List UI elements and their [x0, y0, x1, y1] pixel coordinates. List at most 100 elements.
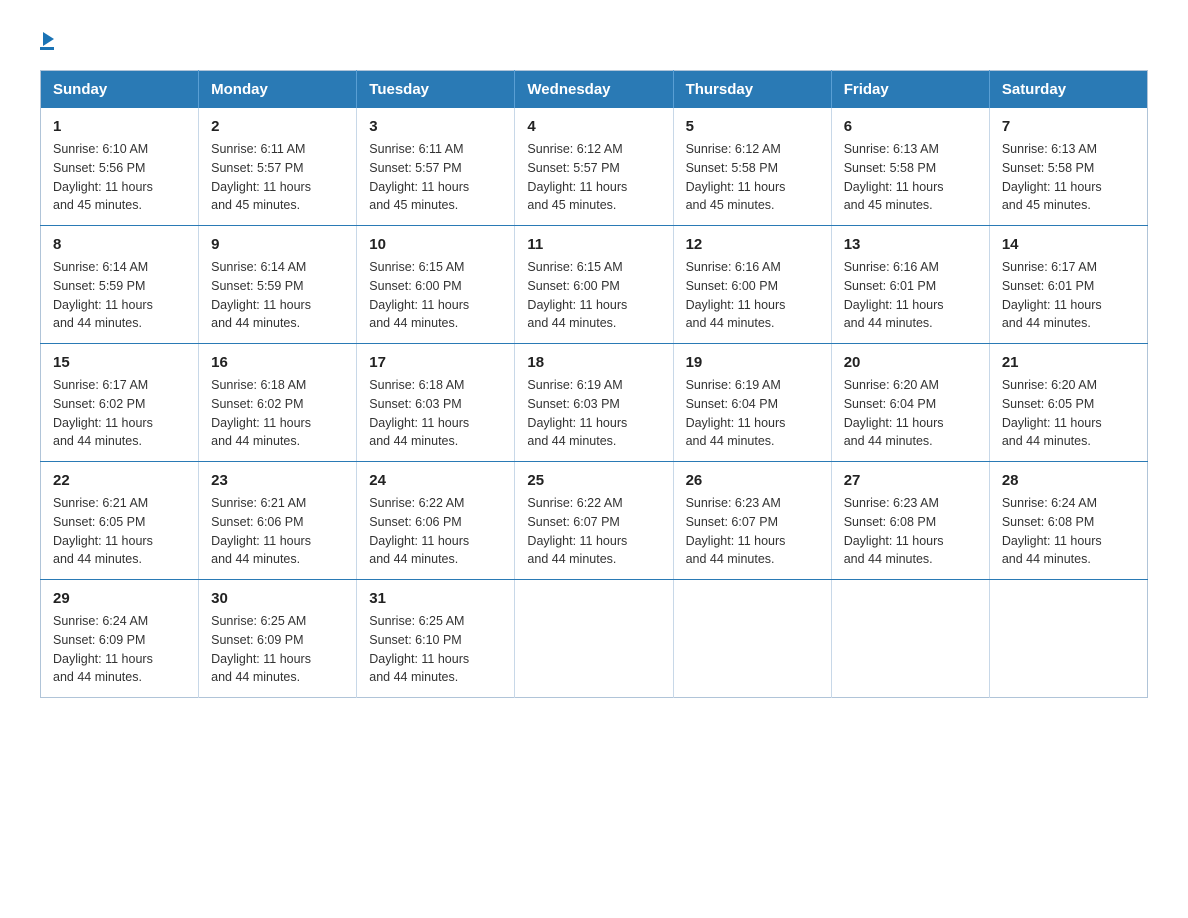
day-number: 31	[369, 590, 502, 607]
day-number: 7	[1002, 118, 1135, 135]
calendar-cell: 28 Sunrise: 6:24 AMSunset: 6:08 PMDaylig…	[989, 462, 1147, 580]
calendar-week-row: 8 Sunrise: 6:14 AMSunset: 5:59 PMDayligh…	[41, 226, 1148, 344]
day-info: Sunrise: 6:22 AMSunset: 6:07 PMDaylight:…	[527, 494, 660, 569]
calendar-header: SundayMondayTuesdayWednesdayThursdayFrid…	[41, 71, 1148, 109]
day-info: Sunrise: 6:17 AMSunset: 6:02 PMDaylight:…	[53, 376, 186, 451]
day-number: 8	[53, 236, 186, 253]
day-number: 27	[844, 472, 977, 489]
page-header	[40, 30, 1148, 50]
day-of-week-header: Thursday	[673, 71, 831, 109]
day-info: Sunrise: 6:25 AMSunset: 6:09 PMDaylight:…	[211, 612, 344, 687]
day-of-week-header: Tuesday	[357, 71, 515, 109]
calendar-cell: 25 Sunrise: 6:22 AMSunset: 6:07 PMDaylig…	[515, 462, 673, 580]
day-number: 26	[686, 472, 819, 489]
calendar-week-row: 15 Sunrise: 6:17 AMSunset: 6:02 PMDaylig…	[41, 344, 1148, 462]
calendar-cell: 21 Sunrise: 6:20 AMSunset: 6:05 PMDaylig…	[989, 344, 1147, 462]
day-info: Sunrise: 6:19 AMSunset: 6:03 PMDaylight:…	[527, 376, 660, 451]
day-info: Sunrise: 6:12 AMSunset: 5:57 PMDaylight:…	[527, 140, 660, 215]
day-of-week-header: Sunday	[41, 71, 199, 109]
day-number: 29	[53, 590, 186, 607]
calendar-cell	[989, 580, 1147, 698]
calendar-cell: 6 Sunrise: 6:13 AMSunset: 5:58 PMDayligh…	[831, 108, 989, 226]
calendar-cell: 30 Sunrise: 6:25 AMSunset: 6:09 PMDaylig…	[199, 580, 357, 698]
calendar-week-row: 29 Sunrise: 6:24 AMSunset: 6:09 PMDaylig…	[41, 580, 1148, 698]
day-info: Sunrise: 6:25 AMSunset: 6:10 PMDaylight:…	[369, 612, 502, 687]
day-info: Sunrise: 6:21 AMSunset: 6:05 PMDaylight:…	[53, 494, 186, 569]
calendar-cell: 8 Sunrise: 6:14 AMSunset: 5:59 PMDayligh…	[41, 226, 199, 344]
day-info: Sunrise: 6:22 AMSunset: 6:06 PMDaylight:…	[369, 494, 502, 569]
day-number: 20	[844, 354, 977, 371]
logo	[40, 30, 54, 50]
calendar-cell: 20 Sunrise: 6:20 AMSunset: 6:04 PMDaylig…	[831, 344, 989, 462]
day-info: Sunrise: 6:18 AMSunset: 6:02 PMDaylight:…	[211, 376, 344, 451]
day-info: Sunrise: 6:16 AMSunset: 6:00 PMDaylight:…	[686, 258, 819, 333]
day-info: Sunrise: 6:23 AMSunset: 6:08 PMDaylight:…	[844, 494, 977, 569]
day-number: 30	[211, 590, 344, 607]
days-of-week-row: SundayMondayTuesdayWednesdayThursdayFrid…	[41, 71, 1148, 109]
day-number: 22	[53, 472, 186, 489]
day-number: 12	[686, 236, 819, 253]
calendar-cell: 10 Sunrise: 6:15 AMSunset: 6:00 PMDaylig…	[357, 226, 515, 344]
calendar-cell: 26 Sunrise: 6:23 AMSunset: 6:07 PMDaylig…	[673, 462, 831, 580]
calendar-cell: 9 Sunrise: 6:14 AMSunset: 5:59 PMDayligh…	[199, 226, 357, 344]
day-number: 15	[53, 354, 186, 371]
calendar-body: 1 Sunrise: 6:10 AMSunset: 5:56 PMDayligh…	[41, 108, 1148, 698]
calendar-cell: 24 Sunrise: 6:22 AMSunset: 6:06 PMDaylig…	[357, 462, 515, 580]
day-info: Sunrise: 6:12 AMSunset: 5:58 PMDaylight:…	[686, 140, 819, 215]
day-info: Sunrise: 6:20 AMSunset: 6:05 PMDaylight:…	[1002, 376, 1135, 451]
day-number: 4	[527, 118, 660, 135]
day-info: Sunrise: 6:14 AMSunset: 5:59 PMDaylight:…	[53, 258, 186, 333]
day-number: 28	[1002, 472, 1135, 489]
calendar-cell: 5 Sunrise: 6:12 AMSunset: 5:58 PMDayligh…	[673, 108, 831, 226]
calendar-cell: 4 Sunrise: 6:12 AMSunset: 5:57 PMDayligh…	[515, 108, 673, 226]
day-info: Sunrise: 6:10 AMSunset: 5:56 PMDaylight:…	[53, 140, 186, 215]
calendar-week-row: 1 Sunrise: 6:10 AMSunset: 5:56 PMDayligh…	[41, 108, 1148, 226]
calendar-week-row: 22 Sunrise: 6:21 AMSunset: 6:05 PMDaylig…	[41, 462, 1148, 580]
day-info: Sunrise: 6:19 AMSunset: 6:04 PMDaylight:…	[686, 376, 819, 451]
calendar-cell: 27 Sunrise: 6:23 AMSunset: 6:08 PMDaylig…	[831, 462, 989, 580]
day-info: Sunrise: 6:14 AMSunset: 5:59 PMDaylight:…	[211, 258, 344, 333]
calendar-cell: 1 Sunrise: 6:10 AMSunset: 5:56 PMDayligh…	[41, 108, 199, 226]
day-info: Sunrise: 6:17 AMSunset: 6:01 PMDaylight:…	[1002, 258, 1135, 333]
day-of-week-header: Friday	[831, 71, 989, 109]
day-number: 10	[369, 236, 502, 253]
day-number: 19	[686, 354, 819, 371]
day-number: 24	[369, 472, 502, 489]
calendar-cell: 13 Sunrise: 6:16 AMSunset: 6:01 PMDaylig…	[831, 226, 989, 344]
calendar-cell: 15 Sunrise: 6:17 AMSunset: 6:02 PMDaylig…	[41, 344, 199, 462]
day-info: Sunrise: 6:21 AMSunset: 6:06 PMDaylight:…	[211, 494, 344, 569]
calendar-cell: 31 Sunrise: 6:25 AMSunset: 6:10 PMDaylig…	[357, 580, 515, 698]
calendar-cell: 18 Sunrise: 6:19 AMSunset: 6:03 PMDaylig…	[515, 344, 673, 462]
calendar-cell	[831, 580, 989, 698]
day-number: 16	[211, 354, 344, 371]
day-number: 3	[369, 118, 502, 135]
day-info: Sunrise: 6:15 AMSunset: 6:00 PMDaylight:…	[527, 258, 660, 333]
day-info: Sunrise: 6:13 AMSunset: 5:58 PMDaylight:…	[1002, 140, 1135, 215]
logo-blue-row	[40, 30, 54, 44]
calendar-cell: 16 Sunrise: 6:18 AMSunset: 6:02 PMDaylig…	[199, 344, 357, 462]
day-number: 2	[211, 118, 344, 135]
day-number: 25	[527, 472, 660, 489]
logo-triangle-icon	[43, 32, 54, 46]
day-of-week-header: Wednesday	[515, 71, 673, 109]
calendar-cell: 19 Sunrise: 6:19 AMSunset: 6:04 PMDaylig…	[673, 344, 831, 462]
day-info: Sunrise: 6:24 AMSunset: 6:08 PMDaylight:…	[1002, 494, 1135, 569]
day-number: 6	[844, 118, 977, 135]
calendar-cell: 12 Sunrise: 6:16 AMSunset: 6:00 PMDaylig…	[673, 226, 831, 344]
day-info: Sunrise: 6:23 AMSunset: 6:07 PMDaylight:…	[686, 494, 819, 569]
day-number: 5	[686, 118, 819, 135]
day-number: 18	[527, 354, 660, 371]
day-info: Sunrise: 6:11 AMSunset: 5:57 PMDaylight:…	[211, 140, 344, 215]
day-of-week-header: Monday	[199, 71, 357, 109]
calendar-cell: 14 Sunrise: 6:17 AMSunset: 6:01 PMDaylig…	[989, 226, 1147, 344]
day-info: Sunrise: 6:24 AMSunset: 6:09 PMDaylight:…	[53, 612, 186, 687]
calendar-cell	[515, 580, 673, 698]
day-number: 9	[211, 236, 344, 253]
day-info: Sunrise: 6:13 AMSunset: 5:58 PMDaylight:…	[844, 140, 977, 215]
day-info: Sunrise: 6:16 AMSunset: 6:01 PMDaylight:…	[844, 258, 977, 333]
day-info: Sunrise: 6:15 AMSunset: 6:00 PMDaylight:…	[369, 258, 502, 333]
calendar-cell: 22 Sunrise: 6:21 AMSunset: 6:05 PMDaylig…	[41, 462, 199, 580]
day-info: Sunrise: 6:11 AMSunset: 5:57 PMDaylight:…	[369, 140, 502, 215]
calendar-cell: 3 Sunrise: 6:11 AMSunset: 5:57 PMDayligh…	[357, 108, 515, 226]
day-number: 23	[211, 472, 344, 489]
